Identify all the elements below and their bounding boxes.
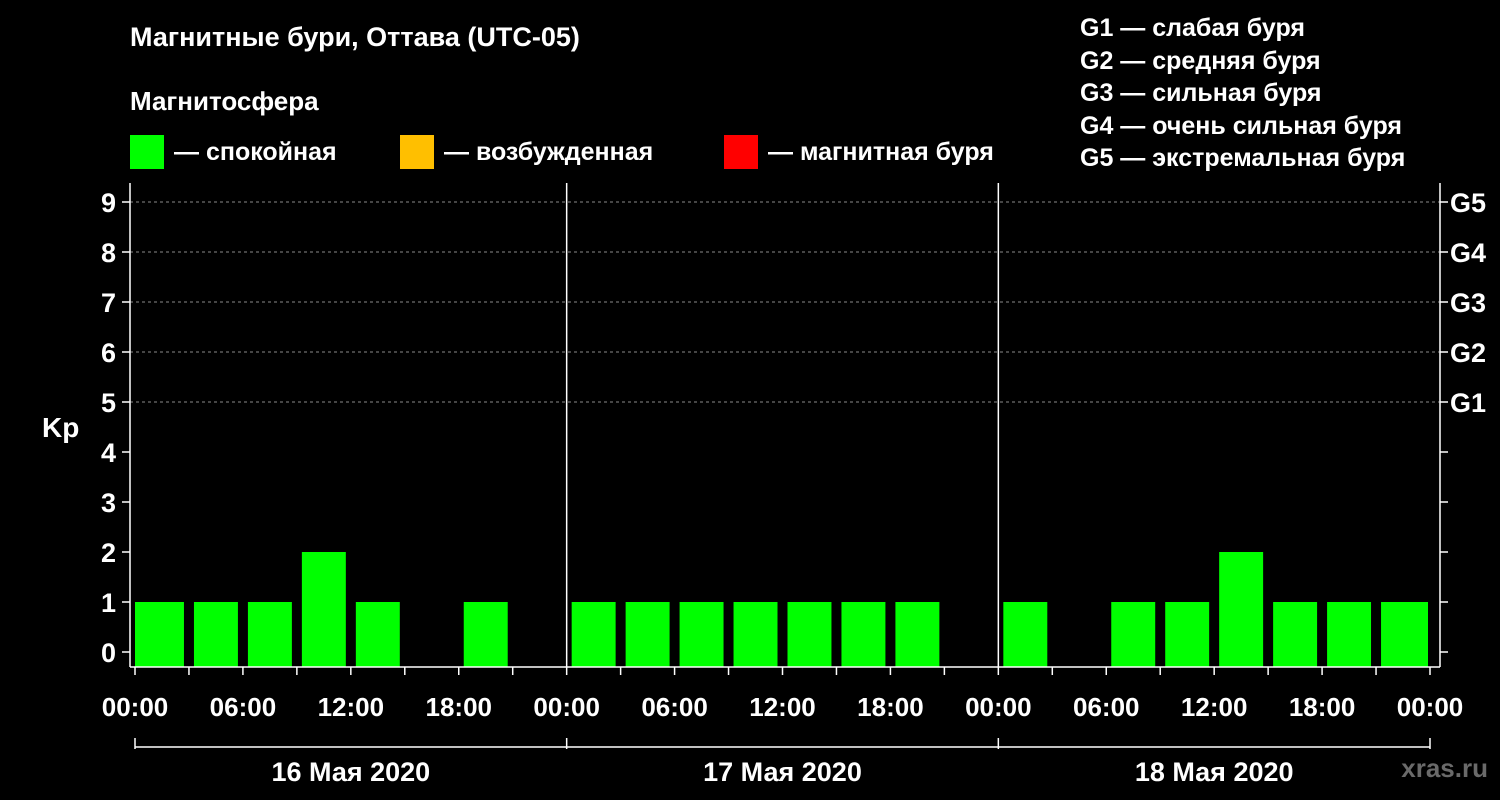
kp-bar bbox=[841, 602, 886, 667]
x-tick-label: 00:00 bbox=[965, 692, 1032, 722]
watermark: xras.ru bbox=[1401, 753, 1488, 783]
y-tick-label: 1 bbox=[101, 588, 116, 618]
g-level-label: G4 bbox=[1450, 238, 1486, 268]
y-tick-label: 3 bbox=[101, 488, 116, 518]
kp-bar bbox=[571, 602, 616, 667]
kp-bar bbox=[355, 602, 400, 667]
kp-bar bbox=[1111, 602, 1156, 667]
y-tick-label: 2 bbox=[101, 538, 116, 568]
g-level-label: G2 bbox=[1450, 338, 1486, 368]
y-tick-label: 0 bbox=[101, 638, 116, 668]
x-tick-label: 18:00 bbox=[1289, 692, 1356, 722]
kp-bar bbox=[1165, 602, 1210, 667]
x-tick-label: 18:00 bbox=[426, 692, 493, 722]
kp-chart: 0 1 2 3 4 5 6 7 8 9 G1 G2 G3 G4 G5 00:00 06:00 12:00 18:00… bbox=[101, 183, 1486, 787]
kp-bar bbox=[1273, 602, 1318, 667]
g-level-label: G3 bbox=[1450, 288, 1486, 318]
kp-bar bbox=[1327, 602, 1372, 667]
y-tick-label: 6 bbox=[101, 338, 116, 368]
x-tick-label: 06:00 bbox=[210, 692, 277, 722]
day-label: 18 Мая 2020 bbox=[1135, 757, 1294, 787]
kp-bar bbox=[1003, 602, 1048, 667]
y-tick-label: 9 bbox=[101, 188, 116, 218]
g-level-label: G1 bbox=[1450, 388, 1486, 418]
y-tick-label: 4 bbox=[101, 438, 116, 468]
x-tick-label: 12:00 bbox=[749, 692, 816, 722]
g-level-label: G5 bbox=[1450, 188, 1486, 218]
kp-bar bbox=[247, 602, 292, 667]
y-tick-label: 7 bbox=[101, 288, 116, 318]
kp-bar bbox=[895, 602, 940, 667]
x-tick-label: 12:00 bbox=[318, 692, 385, 722]
kp-bar bbox=[625, 602, 670, 667]
x-tick-label: 18:00 bbox=[857, 692, 924, 722]
kp-bar bbox=[463, 602, 508, 667]
x-tick-label: 12:00 bbox=[1181, 692, 1248, 722]
x-tick-label: 00:00 bbox=[533, 692, 600, 722]
kp-bar bbox=[1381, 602, 1428, 667]
kp-bar bbox=[787, 602, 832, 667]
kp-bar bbox=[679, 602, 724, 667]
x-tick-label: 06:00 bbox=[641, 692, 708, 722]
x-tick-label: 00:00 bbox=[102, 692, 169, 722]
x-tick-label: 06:00 bbox=[1073, 692, 1140, 722]
kp-bar bbox=[135, 602, 184, 667]
kp-bar bbox=[1219, 552, 1264, 667]
x-tick-label: 00:00 bbox=[1397, 692, 1464, 722]
day-label: 17 Мая 2020 bbox=[703, 757, 862, 787]
y-tick-label: 8 bbox=[101, 238, 116, 268]
day-label: 16 Мая 2020 bbox=[271, 757, 430, 787]
y-tick-label: 5 bbox=[101, 388, 116, 418]
kp-bar bbox=[193, 602, 238, 667]
kp-bar bbox=[733, 602, 778, 667]
kp-bar bbox=[301, 552, 346, 667]
